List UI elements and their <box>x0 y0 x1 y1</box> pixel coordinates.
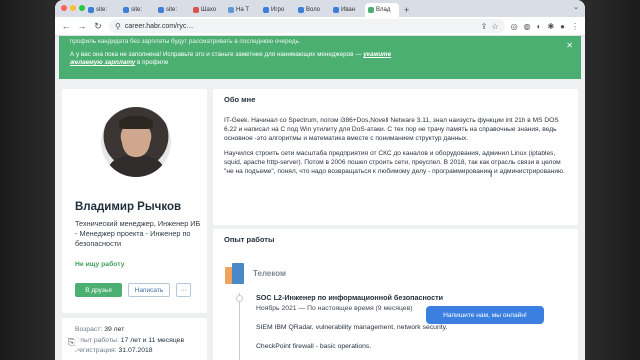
tab-favicon-icon <box>88 7 94 13</box>
maximize-window-icon[interactable] <box>79 5 85 11</box>
profile-description: Технический менеджер, Инженер ИБ - Менед… <box>75 219 201 248</box>
add-friend-button[interactable]: В друзья <box>75 283 122 297</box>
about-text: IT-Geek. Начинал со Spectrum, потом i386… <box>224 116 567 176</box>
about-section: Обо мне IT-Geek. Начинал со Spectrum, по… <box>213 89 578 225</box>
salary-banner: профиль кандидата без зарплаты будут рас… <box>59 36 581 79</box>
browser-tab[interactable]: Влад <box>365 3 399 17</box>
site-info-icon[interactable]: ⚲ <box>115 22 121 31</box>
stat-age: Возраст: 39 лет <box>75 326 125 333</box>
job-search-status: Не ищу работу <box>75 261 125 268</box>
profile-actions: В друзья Написать ··· <box>75 283 191 297</box>
tab-label: На Т <box>236 7 250 13</box>
experience-section: Опыт работы Телеком SOC L2-Инженер по ин… <box>213 229 578 360</box>
browser-toolbar: ← → ↻ ⚲ career.habr.com/ryc… ⇪ ☆ ◎ ◍ ◐ ✱… <box>55 17 585 36</box>
close-window-icon[interactable] <box>61 5 67 11</box>
tab-favicon-icon <box>123 7 129 13</box>
avatar <box>101 107 171 177</box>
share-icon[interactable]: ⇪ <box>481 22 488 31</box>
browser-tab[interactable]: Воло <box>295 3 329 17</box>
company-row[interactable]: Телеком <box>224 263 286 284</box>
back-arrow-icon[interactable]: ← <box>61 21 71 31</box>
stat-registration: Регистрация: 31.07.2018 <box>75 347 153 354</box>
job-detail: SIEM IBM QRadar, vulnerability managemen… <box>256 324 448 331</box>
extension-icon[interactable]: ◍ <box>524 22 531 31</box>
minimize-window-icon[interactable] <box>70 5 76 11</box>
extension-icon[interactable]: ◐ <box>537 22 542 31</box>
tab-label: site: <box>131 7 143 13</box>
tab-label: Воло <box>306 7 321 13</box>
timeline-dot <box>236 295 243 302</box>
browser-tab[interactable]: site: <box>85 3 119 17</box>
tab-favicon-icon <box>333 7 339 13</box>
timeline-line <box>239 293 240 360</box>
about-paragraph: Научился строить сети масштаба предприят… <box>224 150 565 175</box>
url-text: career.habr.com/ryc… <box>124 22 194 30</box>
tab-label: Иван <box>341 7 356 13</box>
profile-stats: Возраст: 39 лет Опыт работы: 17 лет и 11… <box>62 318 207 360</box>
about-paragraph: IT-Geek. Начинал со Spectrum, потом i386… <box>224 117 559 142</box>
text-cursor-icon: I <box>490 170 493 179</box>
set-salary-link[interactable]: желаемую зарплату <box>70 59 135 66</box>
profile-card: Владимир Рычков Технический менеджер, Ин… <box>62 89 207 313</box>
browser-tab[interactable]: site: <box>155 3 189 17</box>
close-icon[interactable]: ✕ <box>566 42 573 50</box>
tab-label: Шахо <box>201 7 217 13</box>
stat-experience: Опыт работы: 17 лет и 11 месяцев <box>75 336 185 344</box>
puzzle-icon[interactable]: ✱ <box>547 22 554 31</box>
write-message-button[interactable]: Написать <box>128 283 170 297</box>
profile-name: Владимир Рычков <box>75 201 182 213</box>
extension-icon[interactable]: ◎ <box>511 22 518 31</box>
job-title: SOC L2-Инженер по информационной безопас… <box>256 293 444 302</box>
chat-widget-button[interactable]: Напишите нам, мы онлайн! <box>426 306 544 324</box>
tab-strip: site: site: site: Шахо На Т Игро Воло Иван Влад … <box>55 0 585 17</box>
browser-tab[interactable]: Шахо <box>190 3 224 17</box>
tab-label: site: <box>96 7 108 13</box>
about-title: Обо мне <box>224 95 256 104</box>
browser-tab[interactable]: На Т <box>225 3 259 17</box>
job-detail: CheckPoint firewall - basic operations. <box>256 343 372 350</box>
browser-tab[interactable]: Игро <box>260 3 294 17</box>
banner-text: в профиле <box>137 59 169 66</box>
tab-search-icon[interactable]: ⌄ <box>573 3 579 11</box>
clipboard-icon[interactable]: ⎘ <box>62 333 81 352</box>
banner-line: желаемую зарплату в профиле <box>70 59 571 67</box>
tab-favicon-icon <box>193 7 199 13</box>
window-controls <box>61 5 85 11</box>
tab-favicon-icon <box>158 7 164 13</box>
tab-favicon-icon <box>368 7 374 13</box>
menu-kebab-icon[interactable]: ⋮ <box>571 22 579 31</box>
bookmark-star-icon[interactable]: ☆ <box>491 22 498 31</box>
browser-tab[interactable]: site: <box>120 3 154 17</box>
banner-line: А у вас она пока не заполнена! Исправьте… <box>70 51 571 59</box>
experience-title: Опыт работы <box>224 235 275 244</box>
tab-label: site: <box>166 7 178 13</box>
banner-line: профиль кандидата без зарплаты будут рас… <box>70 38 301 45</box>
address-bar[interactable]: ⚲ career.habr.com/ryc… ⇪ ☆ <box>109 19 505 33</box>
tabs: site: site: site: Шахо На Т Игро Воло Иван Влад <box>85 3 400 17</box>
tab-favicon-icon <box>228 7 234 13</box>
tab-favicon-icon <box>298 7 304 13</box>
banner-text: А у вас она пока не заполнена! Исправьте… <box>70 51 362 58</box>
set-salary-link[interactable]: укажите <box>363 51 391 58</box>
forward-arrow-icon[interactable]: → <box>77 21 87 31</box>
company-name[interactable]: Телеком <box>253 269 286 278</box>
new-tab-icon[interactable]: + <box>400 3 413 17</box>
browser-tab[interactable]: Иван <box>330 3 364 17</box>
tab-label: Влад <box>376 7 391 13</box>
company-logo-icon <box>224 263 245 284</box>
tab-favicon-icon <box>263 7 269 13</box>
more-actions-button[interactable]: ··· <box>176 283 191 297</box>
profile-icon[interactable]: ● <box>560 22 565 31</box>
reload-icon[interactable]: ↻ <box>93 21 103 32</box>
tab-label: Игро <box>271 7 285 13</box>
